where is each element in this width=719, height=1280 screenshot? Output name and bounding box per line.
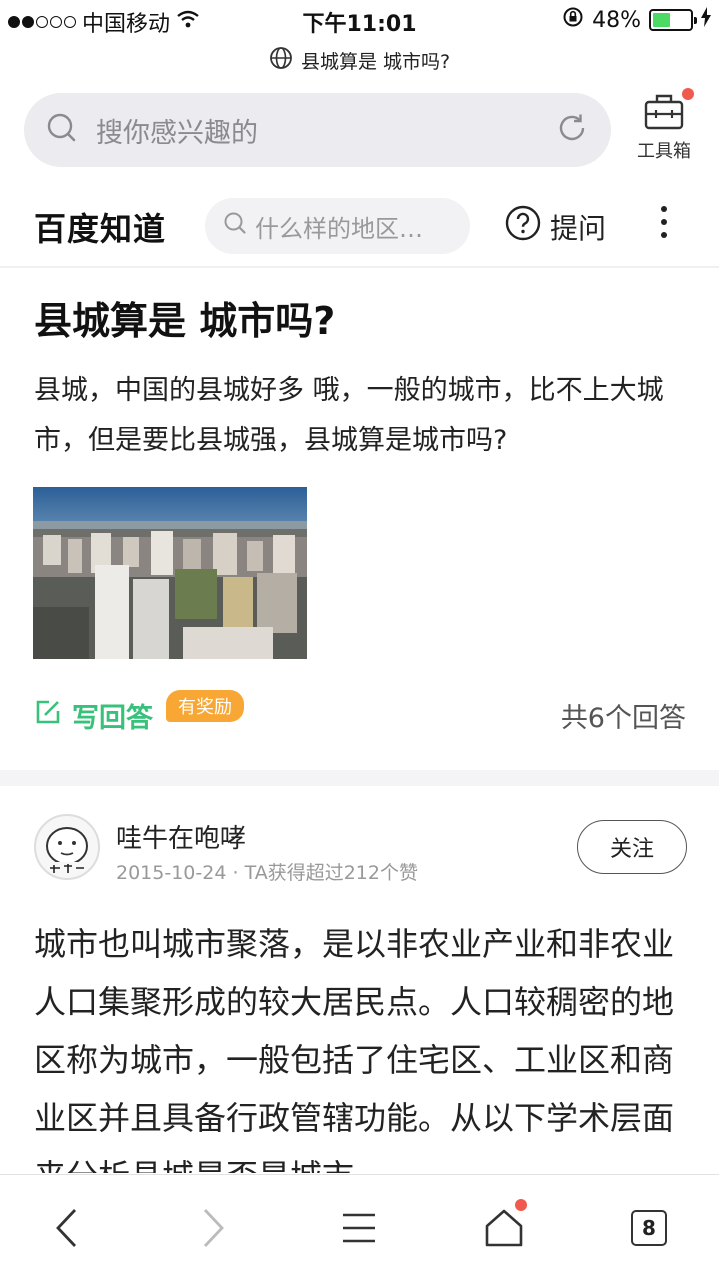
answer-likes: TA获得超过212个赞 — [244, 862, 418, 884]
refresh-icon[interactable] — [555, 111, 589, 149]
toolbox-icon — [642, 94, 686, 137]
answer-date: 2015-10-24 — [116, 862, 227, 884]
battery-percent: 48% — [592, 7, 641, 33]
edit-icon — [34, 698, 62, 733]
reward-badge: 有奖励 — [166, 690, 244, 722]
zhidao-search-input[interactable]: 什么样的地区… — [205, 198, 470, 254]
menu-icon[interactable] — [334, 1203, 384, 1253]
bottom-toolbar: 8 — [0, 1174, 719, 1280]
question-image[interactable] — [33, 487, 307, 659]
header-divider — [0, 266, 719, 268]
section-divider — [0, 770, 719, 786]
tabs-icon[interactable]: 8 — [624, 1203, 674, 1253]
page-url-title: 县城算是 城市吗? — [300, 51, 451, 73]
zhidao-logo[interactable]: 百度知道 — [34, 204, 166, 250]
question-circle-icon — [504, 204, 542, 249]
battery-icon — [649, 9, 697, 31]
toolbox-button[interactable]: 工具箱 — [628, 88, 700, 163]
forward-icon[interactable] — [188, 1203, 238, 1253]
zhidao-search-placeholder: 什么样的地区… — [255, 214, 423, 243]
status-bar: 中国移动 下午11:01 48% — [0, 0, 719, 40]
battery-level — [653, 13, 671, 27]
status-right: 48% — [562, 6, 711, 34]
url-bar[interactable]: 县城算是 城市吗? — [0, 46, 719, 75]
browser-search-bar[interactable]: 搜你感兴趣的 — [24, 93, 611, 167]
write-answer-button[interactable]: 写回答 — [34, 696, 153, 735]
toolbox-label: 工具箱 — [637, 141, 691, 162]
question-actions: 写回答 有奖励 共6个回答 — [34, 690, 686, 740]
ask-label: 提问 — [550, 211, 607, 245]
meta-separator: · — [232, 862, 239, 884]
charging-icon — [701, 7, 711, 33]
rotation-lock-icon — [562, 6, 584, 34]
answer-body: 城市也叫城市聚落，是以非农业产业和非农业人口集聚形成的较大居民点。人口较稠密的地… — [34, 925, 675, 1173]
avatar[interactable] — [34, 814, 100, 880]
follow-button[interactable]: 关注 — [577, 820, 687, 874]
zhidao-header: 百度知道 什么样的地区… 提问 — [0, 190, 719, 264]
more-vertical-icon[interactable] — [654, 206, 674, 246]
globe-icon — [269, 46, 293, 75]
home-icon[interactable] — [479, 1199, 529, 1253]
question-title: 县城算是 城市吗? — [34, 299, 336, 343]
search-icon — [46, 112, 78, 148]
back-icon[interactable] — [42, 1203, 92, 1253]
question-body: 县城，中国的县城好多 哦，一般的城市，比不上大城市，但是要比县城强，县城算是城市… — [34, 375, 664, 456]
notification-dot — [515, 1199, 527, 1211]
search-icon — [223, 211, 247, 241]
search-placeholder: 搜你感兴趣的 — [96, 117, 258, 149]
tab-count: 8 — [631, 1210, 667, 1246]
answer-meta: 2015-10-24 · TA获得超过212个赞 — [116, 858, 418, 885]
answer-count[interactable]: 共6个回答 — [561, 696, 686, 735]
notification-dot — [682, 88, 694, 100]
ask-button[interactable]: 提问 — [504, 204, 606, 249]
write-answer-label: 写回答 — [72, 703, 153, 734]
answer-author[interactable]: 哇牛在咆哮 — [116, 818, 246, 855]
